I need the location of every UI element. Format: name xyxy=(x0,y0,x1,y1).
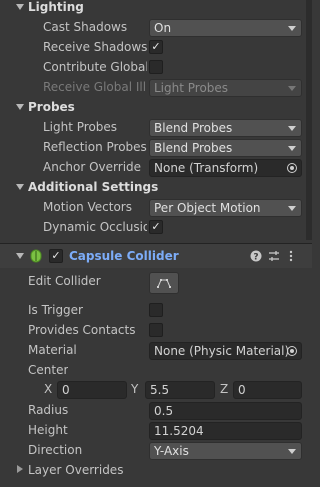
light-probes-value: Blend Probes xyxy=(154,121,233,135)
anchor-override-value: None (Transform) xyxy=(154,161,259,175)
edit-collider-icon xyxy=(157,279,171,288)
dynamic-occlusion-checkbox[interactable]: ✓ xyxy=(149,220,163,234)
light-probes-dropdown[interactable]: Blend Probes xyxy=(149,119,302,137)
component-title: Capsule Collider xyxy=(69,249,179,263)
scrollbar[interactable] xyxy=(306,0,312,240)
reflection-probes-label: Reflection Probes xyxy=(43,140,147,154)
reflection-probes-value: Blend Probes xyxy=(154,141,233,155)
presets-icon[interactable] xyxy=(268,250,280,262)
lighting-header[interactable]: Lighting xyxy=(28,0,84,14)
center-label: Center xyxy=(28,363,69,377)
radius-label[interactable]: Radius xyxy=(28,403,68,417)
cast-shadows-value: On xyxy=(154,21,172,35)
chevron-down-icon xyxy=(288,126,296,131)
additional-settings-foldout-arrow-icon[interactable] xyxy=(16,184,24,190)
chevron-down-icon xyxy=(288,86,296,91)
radius-field[interactable]: 0.5 xyxy=(149,402,302,420)
object-picker-icon[interactable] xyxy=(287,346,297,356)
object-picker-icon[interactable] xyxy=(287,163,297,173)
center-z-field[interactable]: 0 xyxy=(233,381,302,399)
probes-header[interactable]: Probes xyxy=(28,100,75,114)
height-label[interactable]: Height xyxy=(28,423,68,437)
contribute-gi-label: Contribute Global I xyxy=(43,60,147,74)
additional-settings-header[interactable]: Additional Settings xyxy=(28,180,158,194)
light-probes-label: Light Probes xyxy=(43,120,118,134)
center-y-label[interactable]: Y xyxy=(131,382,138,396)
chevron-down-icon xyxy=(288,26,296,31)
anchor-override-label: Anchor Override xyxy=(43,160,142,174)
material-field[interactable]: None (Physic Material) xyxy=(149,342,302,360)
provides-contacts-label: Provides Contacts xyxy=(28,323,136,337)
svg-text:?: ? xyxy=(253,253,258,263)
anchor-override-field[interactable]: None (Transform) xyxy=(149,159,302,177)
component-enabled-checkbox[interactable]: ✓ xyxy=(49,249,63,263)
more-options-icon[interactable] xyxy=(288,250,294,262)
center-x-label[interactable]: X xyxy=(44,382,52,396)
component-foldout-arrow-icon[interactable] xyxy=(16,253,24,259)
provides-contacts-checkbox[interactable] xyxy=(149,323,163,337)
material-label: Material xyxy=(28,343,77,357)
chevron-down-icon xyxy=(288,146,296,151)
probes-foldout-arrow-icon[interactable] xyxy=(16,104,24,110)
layer-overrides-label[interactable]: Layer Overrides xyxy=(28,463,123,477)
center-y-field[interactable]: 5.5 xyxy=(145,381,215,399)
chevron-down-icon xyxy=(288,206,296,211)
edit-collider-button[interactable] xyxy=(149,272,179,294)
contribute-gi-checkbox[interactable] xyxy=(149,60,163,74)
edit-collider-label: Edit Collider xyxy=(28,274,101,288)
center-x-field[interactable]: 0 xyxy=(57,381,127,399)
lighting-foldout-arrow-icon[interactable] xyxy=(16,4,24,10)
center-z-label[interactable]: Z xyxy=(220,382,228,396)
layer-overrides-foldout-arrow-icon[interactable] xyxy=(17,465,23,473)
cast-shadows-dropdown[interactable]: On xyxy=(149,19,302,37)
help-icon[interactable]: ? xyxy=(250,250,262,262)
direction-dropdown[interactable]: Y-Axis xyxy=(149,442,302,460)
reflection-probes-dropdown[interactable]: Blend Probes xyxy=(149,139,302,157)
capsule-collider-header[interactable]: ✓ Capsule Collider ? xyxy=(0,244,312,268)
capsule-collider-icon xyxy=(30,249,42,263)
receive-shadows-checkbox[interactable]: ✓ xyxy=(149,40,163,54)
dynamic-occlusion-label: Dynamic Occlusion xyxy=(43,220,147,234)
receive-shadows-label: Receive Shadows xyxy=(43,40,147,54)
chevron-down-icon xyxy=(288,449,296,454)
height-field[interactable]: 11.5204 xyxy=(149,422,302,440)
receive-gi-value: Light Probes xyxy=(154,81,229,95)
material-value: None (Physic Material) xyxy=(154,344,290,358)
receive-gi-dropdown: Light Probes xyxy=(149,79,302,97)
motion-vectors-label: Motion Vectors xyxy=(43,200,132,214)
cast-shadows-label: Cast Shadows xyxy=(43,20,128,34)
is-trigger-checkbox[interactable] xyxy=(149,303,163,317)
direction-value: Y-Axis xyxy=(154,444,189,458)
direction-label: Direction xyxy=(28,443,83,457)
motion-vectors-dropdown[interactable]: Per Object Motion xyxy=(149,199,302,217)
receive-gi-label: Receive Global Illu xyxy=(43,80,147,94)
motion-vectors-value: Per Object Motion xyxy=(154,201,261,215)
is-trigger-label: Is Trigger xyxy=(28,303,83,317)
